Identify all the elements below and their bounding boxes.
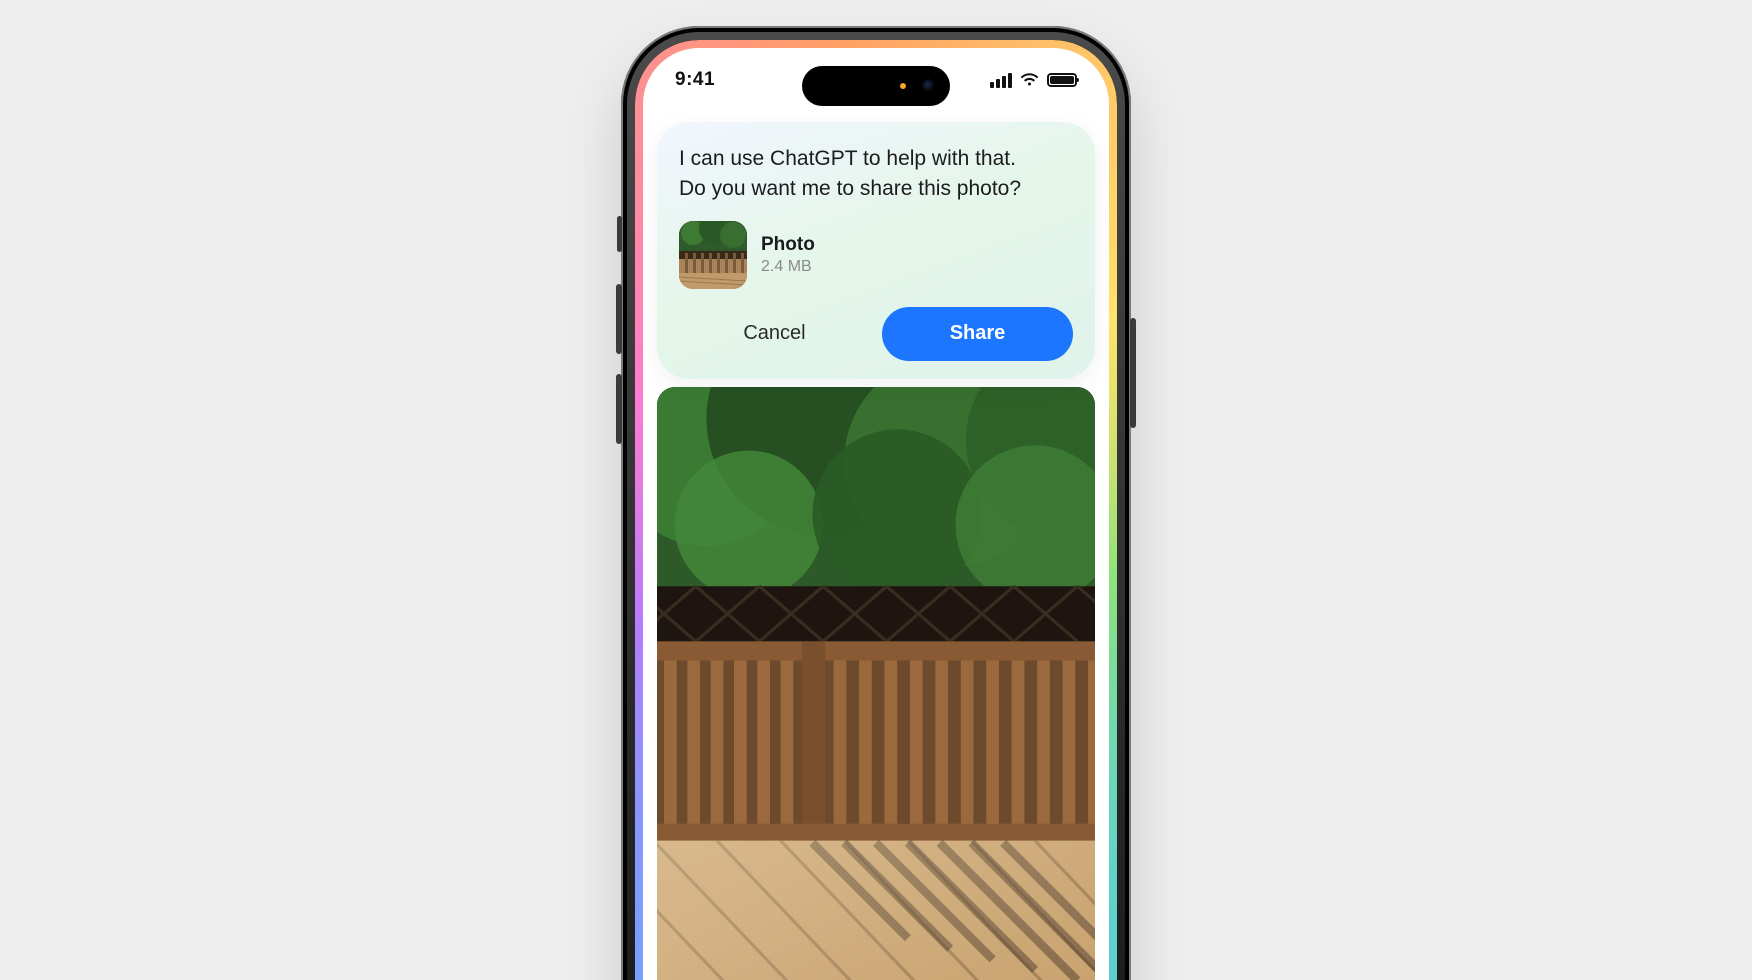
attachment-size: 2.4 MB [761, 258, 815, 276]
attachment-row: Photo 2.4 MB [679, 221, 1073, 289]
wifi-icon [1020, 73, 1039, 87]
dialog-message-line1: I can use ChatGPT to help with that. [679, 147, 1016, 170]
attachment-title: Photo [761, 234, 815, 256]
mute-switch[interactable] [617, 216, 622, 252]
cellular-signal-icon [990, 73, 1012, 88]
iphone-frame: 9:41 I can use Ch [621, 26, 1131, 980]
siri-glow-border: 9:41 I can use Ch [635, 40, 1117, 980]
volume-down-button[interactable] [616, 374, 622, 444]
mic-indicator-dot-icon [900, 83, 906, 89]
cancel-button[interactable]: Cancel [679, 307, 870, 361]
dialog-message-line2: Do you want me to share this photo? [679, 177, 1021, 200]
dynamic-island[interactable] [802, 66, 950, 106]
battery-icon [1047, 73, 1077, 87]
attachment-thumbnail[interactable] [679, 221, 747, 289]
front-camera-icon [922, 79, 936, 93]
status-time: 9:41 [675, 69, 715, 91]
siri-share-dialog: I can use ChatGPT to help with that. Do … [657, 122, 1095, 379]
dialog-message: I can use ChatGPT to help with that. Do … [679, 144, 1073, 205]
photo-preview[interactable] [657, 387, 1095, 980]
side-button[interactable] [1130, 318, 1136, 428]
share-button[interactable]: Share [882, 307, 1073, 361]
volume-up-button[interactable] [616, 284, 622, 354]
